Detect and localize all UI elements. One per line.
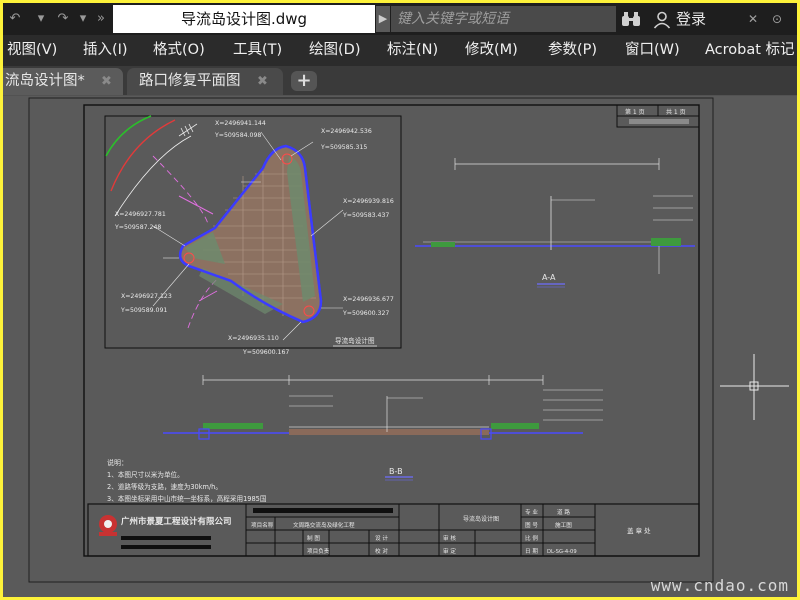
coord-label: X=2496942.536 <box>321 128 372 135</box>
login-link[interactable]: 登录 <box>676 3 706 35</box>
company-name: 广州市景夏工程设计有限公司 <box>121 516 232 527</box>
watermark: www.cndao.com <box>650 576 789 595</box>
more-tools-icon[interactable]: » <box>89 9 113 29</box>
note-line: 2、道路等级为支路，速度为30km/h。 <box>107 482 222 491</box>
menu-insert[interactable]: 插入(I) <box>83 35 128 66</box>
coord-label: Y=509584.098 <box>214 132 261 139</box>
document-title-box: 导流岛设计图.dwg <box>113 5 375 33</box>
tab-intersection-plan[interactable]: 路口修复平面图 ✖ <box>127 68 283 95</box>
undo-dropdown-icon[interactable]: ▾ <box>29 9 53 29</box>
tab-label: 路口修复平面图 <box>139 73 241 89</box>
section-bb-label: B-B <box>389 467 403 476</box>
crosshair-cursor <box>720 354 789 420</box>
project-value: 文周路交流岛及绿化工程 <box>293 521 355 529</box>
file-tab-bar: 流岛设计图* ✖ 路口修复平面图 ✖ <box>3 66 797 96</box>
menu-parametric[interactable]: 参数(P) <box>548 35 597 66</box>
page-total: 共 1 页 <box>666 108 686 116</box>
menu-tools[interactable]: 工具(T) <box>233 35 282 66</box>
coord-label: Y=509583.437 <box>342 212 389 219</box>
tab-island-design[interactable]: 流岛设计图* ✖ <box>3 68 123 95</box>
coord-label: X=2496936.677 <box>343 296 394 303</box>
binoculars-icon[interactable] <box>621 11 641 27</box>
title-bar: ↶ ▾ ↷ ▾ » 导流岛设计图.dwg ▶ 键入关键字或短语 登录 ✕ ⊙ <box>3 3 797 35</box>
coord-label: X=2496939.816 <box>343 198 394 205</box>
menu-window[interactable]: 窗口(W) <box>625 35 680 66</box>
tb-field: 比 例 <box>525 534 538 542</box>
tb-field: 项目负责 <box>307 547 330 555</box>
tb-field: 专 业 <box>525 508 538 516</box>
note-line: 3、本图坐标采用中山市统一坐标系，高程采用1985国 <box>107 494 267 503</box>
tb-field: 设 计 <box>375 534 388 542</box>
coord-label: Y=509600.327 <box>342 310 389 317</box>
close-icon[interactable]: ✖ <box>257 68 268 95</box>
tb-field: 审 核 <box>443 534 456 542</box>
coord-label: X=2496927.781 <box>115 211 166 218</box>
menu-dimension[interactable]: 标注(N) <box>387 35 438 66</box>
coord-label: X=2496927.123 <box>121 293 172 300</box>
undo-icon[interactable]: ↶ <box>3 9 27 29</box>
drawing-canvas[interactable]: 第 1 页 共 1 页 X=2496941.144 Y=509584.098 X… <box>3 96 797 597</box>
tb-value: DL-SG-4-09 <box>547 549 577 555</box>
app-window: ↶ ▾ ↷ ▾ » 导流岛设计图.dwg ▶ 键入关键字或短语 登录 ✕ ⊙ 视… <box>3 3 797 597</box>
note-line: 1、本图尺寸以米为单位。 <box>107 470 184 479</box>
menu-modify[interactable]: 修改(M) <box>465 35 518 66</box>
coord-label: X=2496941.144 <box>215 120 266 127</box>
close-icon[interactable]: ✖ <box>101 68 112 95</box>
stamp-area: 盖 章 处 <box>627 526 651 535</box>
coord-label: X=2496935.110 <box>228 335 279 342</box>
plan-title: 导流岛设计图 <box>335 336 375 345</box>
tb-value: 施工图 <box>555 521 572 529</box>
coord-label: Y=509589.091 <box>120 307 167 314</box>
search-input[interactable]: 键入关键字或短语 <box>391 6 616 32</box>
tb-value: 道 路 <box>557 508 570 516</box>
search-placeholder: 键入关键字或短语 <box>397 11 509 27</box>
coord-label: Y=509587.248 <box>114 224 161 231</box>
section-aa: A-A <box>415 158 695 288</box>
search-expand-icon[interactable]: ▶ <box>376 6 390 32</box>
page-number: 第 1 页 <box>625 108 645 116</box>
tb-field: 校 对 <box>375 547 388 555</box>
new-tab-button[interactable]: + <box>291 71 317 91</box>
drawing-name: 导流岛设计图 <box>463 515 499 523</box>
section-aa-label: A-A <box>542 273 556 282</box>
coord-label: Y=509600.167 <box>242 349 289 356</box>
document-title: 导流岛设计图.dwg <box>180 10 308 28</box>
tb-field: 日 期 <box>525 548 538 555</box>
menu-bar: 视图(V) 插入(I) 格式(O) 工具(T) 绘图(D) 标注(N) 修改(M… <box>3 35 797 66</box>
coord-label: Y=509585.315 <box>320 144 367 151</box>
cad-drawing: 第 1 页 共 1 页 X=2496941.144 Y=509584.098 X… <box>28 97 789 583</box>
section-bb: B-B <box>163 375 603 481</box>
exchange-icon[interactable]: ✕ <box>745 11 761 27</box>
project-label: 项目名称 <box>251 521 274 529</box>
menu-draw[interactable]: 绘图(D) <box>309 35 360 66</box>
menu-view[interactable]: 视图(V) <box>7 35 57 66</box>
tb-field: 制 图 <box>307 534 320 542</box>
menu-acrobat[interactable]: Acrobat 标记 <box>705 35 795 66</box>
title-block: 广州市景夏工程设计有限公司 项目名称 文周路交流岛及绿化工程 导流岛设计图 专 … <box>87 503 700 557</box>
help-icon[interactable]: ⊙ <box>769 11 785 27</box>
notes-title: 说明： <box>107 458 128 467</box>
menu-format[interactable]: 格式(O) <box>153 35 205 66</box>
tb-field: 图 号 <box>525 521 538 529</box>
tab-label: 流岛设计图* <box>5 73 85 89</box>
user-icon[interactable] <box>653 11 671 29</box>
tb-field: 审 定 <box>443 547 456 555</box>
